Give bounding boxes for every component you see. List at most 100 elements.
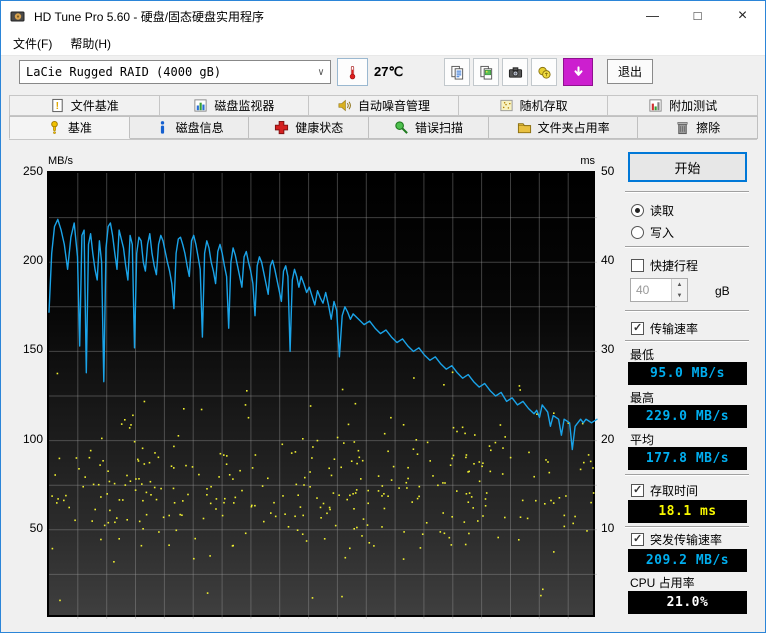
min-value: 95.0 MB/s bbox=[628, 362, 747, 385]
short-stroke-checkbox[interactable]: 快捷行程 bbox=[631, 257, 698, 274]
tab-label: 附加测试 bbox=[669, 99, 718, 113]
avg-value: 177.8 MB/s bbox=[628, 447, 747, 470]
left-axis-tick: 50 bbox=[29, 520, 43, 535]
burst-rate-label: 突发传输速率 bbox=[650, 533, 723, 547]
tab-folder-usage[interactable]: 文件夹占用率 bbox=[487, 116, 639, 139]
right-axis-unit: ms bbox=[580, 155, 595, 167]
short-stroke-size-spinner[interactable]: 40 ▲ ▼ bbox=[630, 278, 688, 302]
access-time-label: 存取时间 bbox=[650, 484, 699, 498]
tab-health[interactable]: 健康状态 bbox=[248, 116, 370, 139]
min-label: 最低 bbox=[630, 348, 655, 362]
tab-erase[interactable]: 擦除 bbox=[637, 116, 758, 139]
tab-row-top: ! 文件基准 磁盘监视器 自动噪音管理 随机存取 附加测试 bbox=[9, 95, 758, 116]
folder-usage-icon bbox=[517, 123, 531, 134]
disk-monitor-icon bbox=[194, 99, 207, 112]
right-axis-tick: 30 bbox=[601, 342, 615, 357]
minimize-button[interactable]: — bbox=[630, 1, 675, 30]
temperature-button[interactable] bbox=[337, 58, 368, 86]
menu-bar: 文件(F) 帮助(H) bbox=[1, 31, 765, 56]
hdtune-logo-icon bbox=[10, 11, 25, 22]
checkbox-icon bbox=[631, 321, 644, 335]
menu-file[interactable]: 文件(F) bbox=[4, 31, 61, 56]
transfer-rate-label: 传输速率 bbox=[650, 322, 699, 336]
camera-icon bbox=[508, 66, 522, 78]
access-time-value: 18.1 ms bbox=[628, 500, 747, 523]
close-button[interactable]: × bbox=[720, 1, 765, 30]
left-axis-tick: 200 bbox=[22, 253, 43, 268]
copy-text-icon bbox=[450, 65, 463, 80]
tab-error-scan[interactable]: 错误扫描 bbox=[368, 116, 489, 139]
tab-noise-management[interactable]: 自动噪音管理 bbox=[308, 95, 459, 116]
read-radio-label: 读取 bbox=[650, 204, 675, 218]
short-stroke-unit: gB bbox=[715, 284, 730, 298]
tab-row-bottom: 基准 磁盘信息 健康状态 错误扫描 文件夹占用率 擦除 bbox=[9, 116, 758, 140]
copy-image-button[interactable] bbox=[473, 58, 499, 86]
tab-label: 健康状态 bbox=[295, 121, 344, 135]
maximize-button[interactable]: □ bbox=[675, 1, 720, 30]
tab-label: 文件基准 bbox=[70, 99, 119, 113]
screenshot-button[interactable] bbox=[502, 58, 528, 86]
left-axis-tick: 150 bbox=[22, 342, 43, 357]
noise-management-icon bbox=[338, 99, 351, 112]
tab-label: 随机存取 bbox=[519, 99, 568, 113]
divider bbox=[625, 526, 749, 528]
radio-icon bbox=[631, 226, 644, 239]
right-axis-tick: 10 bbox=[601, 520, 615, 535]
tab-file-benchmark[interactable]: ! 文件基准 bbox=[9, 95, 160, 116]
left-axis-unit: MB/s bbox=[48, 155, 74, 167]
burst-rate-checkbox[interactable]: 突发传输速率 bbox=[631, 531, 722, 548]
tab-extra-tests[interactable]: 附加测试 bbox=[607, 95, 758, 116]
avg-label: 平均 bbox=[630, 433, 655, 447]
checkbox-icon bbox=[631, 259, 644, 272]
thermometer-icon bbox=[349, 65, 356, 79]
checkbox-icon bbox=[631, 532, 644, 546]
spinner-up-icon[interactable]: ▲ bbox=[672, 279, 687, 290]
tab-label: 自动噪音管理 bbox=[357, 99, 430, 113]
right-axis-tick: 50 bbox=[601, 164, 615, 178]
window-title: HD Tune Pro 5.60 - 硬盘/固态硬盘实用程序 bbox=[34, 9, 265, 24]
read-radio[interactable]: 读取 bbox=[631, 202, 674, 219]
drive-select-value: LaCie Rugged RAID (4000 gB) bbox=[26, 65, 222, 79]
checkbox-icon bbox=[631, 483, 644, 497]
save-results-button[interactable] bbox=[563, 58, 593, 86]
erase-icon bbox=[677, 122, 688, 135]
write-radio[interactable]: 写入 bbox=[631, 224, 674, 241]
left-axis-tick: 250 bbox=[22, 164, 43, 178]
random-access-icon bbox=[499, 99, 513, 112]
drive-select[interactable]: LaCie Rugged RAID (4000 gB) ∨ bbox=[19, 60, 331, 84]
max-label: 最高 bbox=[630, 391, 655, 405]
copy-text-button[interactable] bbox=[444, 58, 470, 86]
exit-button[interactable]: 退出 bbox=[607, 59, 653, 84]
spinner-down-icon[interactable]: ▼ bbox=[672, 290, 687, 301]
max-value: 229.0 MB/s bbox=[628, 405, 747, 428]
tab-disk-info[interactable]: 磁盘信息 bbox=[128, 116, 250, 139]
menu-help[interactable]: 帮助(H) bbox=[61, 31, 120, 56]
exit-button-label: 退出 bbox=[617, 65, 642, 79]
benchmark-icon bbox=[51, 120, 58, 134]
download-arrow-icon bbox=[573, 65, 583, 76]
divider bbox=[625, 340, 749, 342]
tab-benchmark[interactable]: 基准 bbox=[9, 116, 130, 139]
extra-tests-icon bbox=[649, 99, 662, 112]
title-bar: HD Tune Pro 5.60 - 硬盘/固态硬盘实用程序 — □ × bbox=[1, 1, 765, 31]
transfer-rate-checkbox[interactable]: 传输速率 bbox=[631, 320, 698, 337]
tab-label: 错误扫描 bbox=[415, 121, 464, 135]
tab-random-access[interactable]: 随机存取 bbox=[457, 95, 609, 116]
tab-disk-monitor[interactable]: 磁盘监视器 bbox=[158, 95, 310, 116]
radio-icon bbox=[631, 204, 644, 217]
svg-text:!: ! bbox=[55, 101, 58, 112]
start-button[interactable]: 开始 bbox=[628, 152, 747, 182]
tab-label: 擦除 bbox=[696, 121, 721, 135]
access-time-checkbox[interactable]: 存取时间 bbox=[631, 482, 698, 499]
divider bbox=[625, 310, 749, 312]
tab-label: 基准 bbox=[67, 121, 92, 135]
left-axis-tick: 100 bbox=[22, 431, 43, 446]
chevron-down-icon: ∨ bbox=[317, 66, 324, 78]
copy-image-icon bbox=[479, 65, 492, 80]
register-button[interactable] bbox=[531, 58, 557, 86]
cpu-usage-value: 21.0% bbox=[628, 591, 747, 614]
burst-rate-value: 209.2 MB/s bbox=[628, 549, 747, 572]
start-button-label: 开始 bbox=[674, 160, 701, 176]
app-window: HD Tune Pro 5.60 - 硬盘/固态硬盘实用程序 — □ × 文件(… bbox=[0, 0, 766, 633]
cpu-usage-label: CPU 占用率 bbox=[630, 576, 695, 590]
